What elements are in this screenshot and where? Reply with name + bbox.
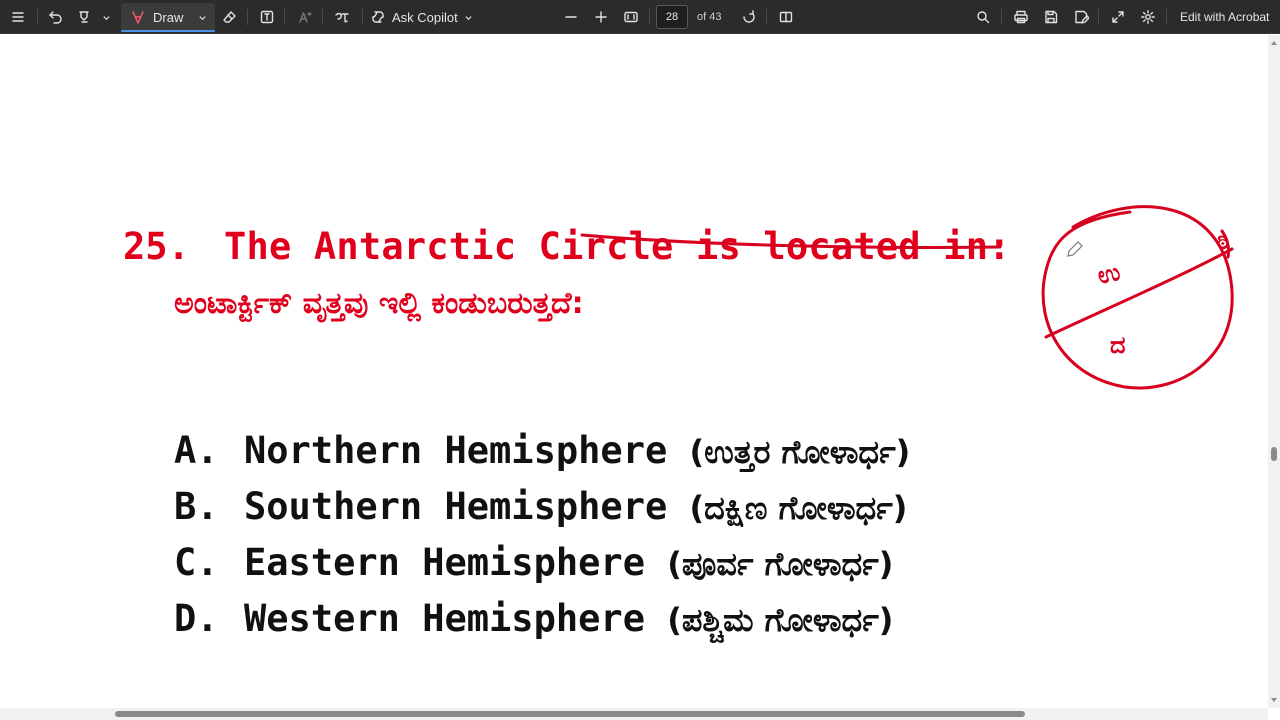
ink-north-mark: ಉ — [1095, 258, 1123, 290]
ask-copilot-button[interactable]: Ask Copilot — [370, 0, 474, 34]
toolbar-divider — [1098, 9, 1099, 25]
horizontal-scrollbar[interactable] — [0, 708, 1268, 720]
scroll-down-icon[interactable] — [1270, 696, 1278, 704]
print-icon[interactable] — [1007, 0, 1035, 34]
vertical-scroll-thumb[interactable] — [1271, 447, 1277, 461]
pdf-toolbar: Draw Ask Copilot 28 of 43 Edit with Acro… — [0, 0, 1280, 34]
copilot-icon — [372, 11, 384, 23]
option-letter: D. — [174, 597, 219, 640]
option-text: Northern Hemisphere — [244, 429, 668, 472]
draw-icon — [132, 11, 144, 24]
ink-south-mark: ದ — [1110, 331, 1126, 359]
page-number-input[interactable]: 28 — [656, 5, 688, 29]
toolbar-divider — [247, 9, 248, 25]
toolbar-divider — [649, 9, 650, 25]
eraser-icon[interactable] — [216, 0, 244, 34]
option-c: C. Eastern Hemisphere (ಪೂರ್ವ ಗೋಳಾರ್ಧ) — [174, 544, 893, 581]
option-kannada: (ಉತ್ತರ ಗೋಳಾರ್ಧ) — [689, 433, 911, 471]
ink-tick — [1220, 229, 1230, 259]
save-icon[interactable] — [1037, 0, 1065, 34]
page-view-icon[interactable] — [772, 0, 800, 34]
toolbar-divider — [1001, 9, 1002, 25]
option-text: Southern Hemisphere — [244, 485, 668, 528]
draw-button[interactable]: Draw — [121, 3, 215, 32]
toolbar-divider — [37, 9, 38, 25]
chevron-down-icon — [199, 15, 206, 20]
draw-label: Draw — [153, 9, 184, 25]
rotate-icon[interactable] — [735, 0, 763, 34]
option-kannada: (ಪಶ್ಚಿಮ ಗೋಳಾರ್ಧ) — [667, 601, 894, 639]
toolbar-divider — [1166, 9, 1167, 25]
option-letter: B. — [174, 485, 219, 528]
horizontal-scroll-thumb[interactable] — [115, 711, 1025, 717]
undo-icon[interactable] — [42, 0, 70, 34]
ink-tick-mark: ಠಿ — [1217, 230, 1229, 255]
pdf-page: 25. The Antarctic Circle is located in: … — [0, 35, 1268, 708]
fullscreen-icon[interactable] — [1104, 0, 1132, 34]
menu-icon[interactable] — [4, 0, 32, 34]
zoom-in-icon[interactable] — [587, 0, 615, 34]
ink-globe-circle — [1041, 205, 1234, 390]
vertical-scrollbar[interactable] — [1268, 35, 1280, 708]
edit-with-acrobat-button[interactable]: Edit with Acrobat — [1180, 0, 1269, 34]
option-text: Eastern Hemisphere — [244, 541, 645, 584]
toolbar-divider — [284, 9, 285, 25]
option-d: D. Western Hemisphere (ಪಶ್ಚಿಮ ಗೋಳಾರ್ಧ) — [174, 600, 893, 637]
chevron-down-icon — [465, 15, 472, 20]
search-icon[interactable] — [969, 0, 997, 34]
question-kannada-text: ಅಂಟಾರ್ಕ್ಟಿಕ್ ವೃತ್ತವು ಇಲ್ಲಿ ಕಂಡುಬರುತ್ತದೆ: — [174, 286, 584, 321]
zoom-out-icon[interactable] — [557, 0, 585, 34]
text-box-icon[interactable] — [253, 0, 281, 34]
pen-cursor-icon — [1067, 241, 1083, 257]
scroll-up-icon[interactable] — [1270, 39, 1278, 47]
toolbar-divider — [766, 9, 767, 25]
toolbar-divider — [322, 9, 323, 25]
question-text: The Antarctic Circle is located in: — [224, 225, 1011, 268]
translate-icon[interactable] — [328, 0, 356, 34]
settings-icon[interactable] — [1134, 0, 1162, 34]
read-aloud-icon[interactable] — [291, 0, 319, 34]
toolbar-divider — [362, 9, 363, 25]
page-total-label: of 43 — [697, 11, 722, 23]
option-letter: A. — [174, 429, 219, 472]
option-a: A. Northern Hemisphere (ಉತ್ತರ ಗೋಳಾರ್ಧ) — [174, 432, 910, 469]
ask-copilot-label: Ask Copilot — [392, 9, 458, 25]
question-number: 25. — [123, 225, 190, 268]
option-b: B. Southern Hemisphere (ದಕ್ಷಿಣ ಗೋಳಾರ್ಧ) — [174, 488, 907, 525]
option-text: Western Hemisphere — [244, 597, 645, 640]
ink-equator-line — [1044, 247, 1234, 339]
option-letter: C. — [174, 541, 219, 584]
highlighter-chevron-down-icon[interactable] — [98, 0, 114, 34]
fit-page-icon[interactable] — [617, 0, 645, 34]
option-kannada: (ಪೂರ್ವ ಗೋಳಾರ್ಧ) — [667, 545, 894, 583]
save-as-icon[interactable] — [1067, 0, 1095, 34]
highlighter-icon[interactable] — [70, 0, 98, 34]
option-kannada: (ದಕ್ಷಿಣ ಗೋಳಾರ್ಧ) — [689, 489, 908, 527]
